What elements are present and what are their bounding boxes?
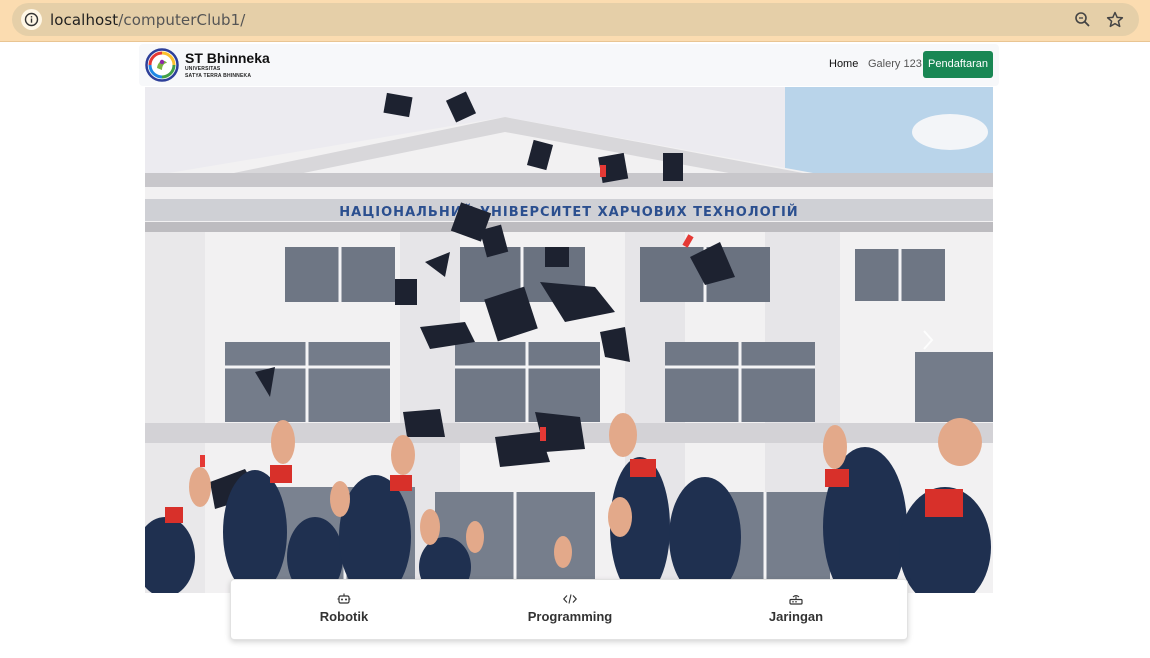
feature-jaringan[interactable]: Jaringan [683,580,909,641]
browser-toolbar: localhost/computerClub1/ [0,0,1150,42]
feature-label: Programming [527,609,613,624]
university-logo[interactable] [145,48,179,82]
carousel-next-icon[interactable] [918,327,938,353]
brand-subtitle: UNIVERSITAS [185,66,221,72]
hero-carousel[interactable]: НАЦІОНАЛЬНИЙ УНІВЕРСИТЕТ ХАРЧОВИХ ТЕХНОЛ… [145,87,993,593]
building-sign: НАЦІОНАЛЬНИЙ УНІВЕРСИТЕТ ХАРЧОВИХ ТЕХНОЛ… [339,204,798,220]
feature-card: Robotik Programming Jaringan [230,579,908,640]
code-icon [562,592,578,604]
zoom-icon[interactable] [1073,10,1093,30]
register-button[interactable]: Pendaftaran [923,51,993,78]
feature-label: Robotik [319,609,369,624]
feature-programming[interactable]: Programming [457,580,683,641]
url-host: localhost [50,11,119,29]
brand-name[interactable]: ST Bhinneka [185,50,270,66]
site-navbar: ST Bhinneka UNIVERSITAS SATYA TERRA BHIN… [139,44,999,86]
feature-robotik[interactable]: Robotik [231,580,457,641]
brand-subtitle-2: SATYA TERRA BHINNEKA [185,73,252,79]
nav-link-home[interactable]: Home [829,58,858,70]
feature-label: Jaringan [768,609,824,624]
star-icon[interactable] [1105,10,1125,30]
router-icon [789,592,803,605]
graduation-photo: НАЦІОНАЛЬНИЙ УНІВЕРСИТЕТ ХАРЧОВИХ ТЕХНОЛ… [145,87,993,593]
url-text[interactable]: localhost/computerClub1/ [50,11,245,29]
info-icon[interactable] [21,9,42,30]
nav-link-galery[interactable]: Galery 123 [868,58,922,70]
robot-icon [337,592,351,604]
url-path: /computerClub1/ [118,11,246,29]
address-bar[interactable]: localhost/computerClub1/ [12,3,1139,36]
